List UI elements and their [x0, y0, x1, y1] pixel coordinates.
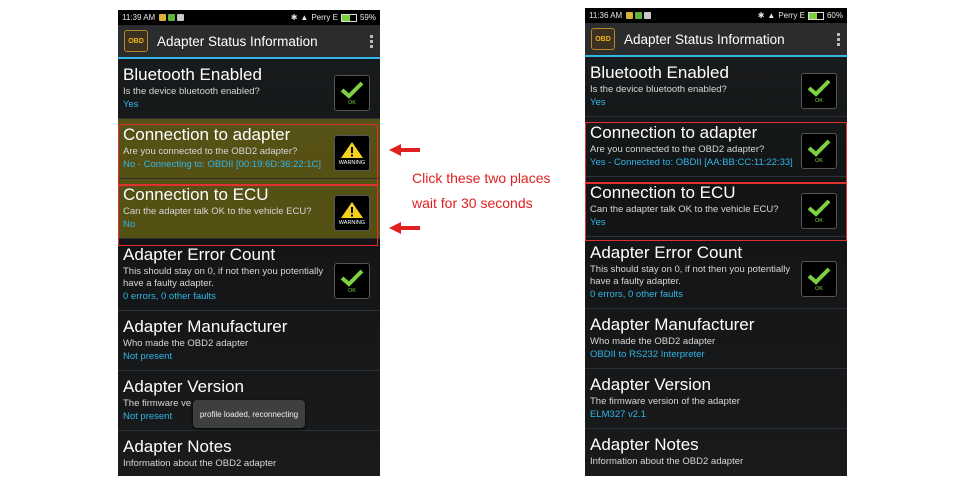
row-title: Adapter Notes	[590, 435, 699, 454]
app-logo-icon[interactable]: OBD	[591, 28, 615, 50]
carrier-label: Perry E	[311, 13, 338, 22]
row-adapter-notes[interactable]: Adapter Notes Information about the OBD2…	[585, 429, 847, 476]
status-bar: 11:36 AM ✱ ▲ Perry E 60%	[585, 8, 847, 23]
row-title: Adapter Notes	[123, 437, 232, 456]
icon-label: OK	[348, 99, 356, 106]
row-title: Adapter Version	[590, 375, 711, 394]
row-description: The firmware version of the adapter	[590, 396, 740, 407]
row-adapter-error-count[interactable]: Adapter Error Count This should stay on …	[118, 239, 380, 311]
row-description: This should stay on 0, if not then you p…	[123, 266, 324, 289]
app-logo-text: OBD	[595, 35, 611, 43]
toast-message: profile loaded, reconnecting	[193, 400, 305, 428]
status-bar: 11:39 AM ✱ ▲ Perry E 59%	[118, 10, 380, 25]
highlight-box-adapter	[118, 124, 378, 185]
instruction-line-1: Click these two places	[412, 170, 551, 186]
instruction-line-2: wait for 30 seconds	[412, 195, 533, 211]
row-title: Adapter Version	[123, 377, 244, 396]
row-description: Who made the OBD2 adapter	[590, 336, 716, 347]
ok-check-icon: OK	[801, 261, 837, 297]
highlight-box-ecu	[585, 183, 847, 241]
row-status: OBDII to RS232 Interpreter	[590, 349, 705, 360]
notification-icon	[159, 14, 167, 21]
row-status: Not present	[123, 351, 173, 362]
row-description: Is the device bluetooth enabled?	[123, 86, 260, 97]
signal-icon: ▲	[767, 11, 776, 20]
bluetooth-icon: ✱	[290, 13, 298, 22]
ok-check-icon: OK	[334, 75, 370, 111]
highlight-box-ecu	[118, 185, 378, 246]
overflow-menu-icon[interactable]	[370, 34, 374, 48]
row-description: Is the device bluetooth enabled?	[590, 84, 727, 95]
notification-icon	[626, 12, 634, 19]
row-description: Who made the OBD2 adapter	[123, 338, 249, 349]
icon-label: OK	[815, 285, 823, 292]
arrow-left-icon	[389, 144, 420, 156]
row-bluetooth-enabled[interactable]: Bluetooth Enabled Is the device bluetoot…	[585, 57, 847, 117]
bluetooth-icon: ✱	[757, 11, 765, 20]
row-title: Adapter Manufacturer	[123, 317, 288, 336]
ok-check-icon: OK	[801, 73, 837, 109]
action-bar: OBD Adapter Status Information	[118, 25, 380, 59]
status-right: ✱ ▲ Perry E 60%	[758, 11, 843, 20]
left-phone-screen: 11:39 AM ✱ ▲ Perry E 59% OBD Adapter Sta…	[118, 10, 380, 476]
row-adapter-error-count[interactable]: Adapter Error Count This should stay on …	[585, 237, 847, 309]
notification-icon	[635, 12, 643, 19]
status-time: 11:36 AM	[589, 11, 623, 20]
row-status: ELM327 v2.1	[590, 409, 646, 420]
row-description: Information about the OBD2 adapter	[123, 458, 277, 469]
carrier-label: Perry E	[778, 11, 805, 20]
row-bluetooth-enabled[interactable]: Bluetooth Enabled Is the device bluetoot…	[118, 59, 380, 119]
app-logo-text: OBD	[128, 37, 144, 45]
notification-icon	[168, 14, 176, 21]
overflow-menu-icon[interactable]	[837, 32, 841, 46]
notification-icon	[177, 14, 185, 21]
row-adapter-notes[interactable]: Adapter Notes Information about the OBD2…	[118, 431, 380, 476]
row-adapter-manufacturer[interactable]: Adapter Manufacturer Who made the OBD2 a…	[585, 309, 847, 369]
app-title: Adapter Status Information	[624, 31, 785, 47]
row-description: Information about the OBD2 adapter	[590, 456, 744, 467]
arrow-left-icon	[389, 222, 420, 234]
status-right: ✱ ▲ Perry E 59%	[291, 13, 376, 22]
notification-icon	[644, 12, 652, 19]
battery-percent: 60%	[826, 11, 843, 20]
app-logo-icon[interactable]: OBD	[124, 30, 148, 52]
signal-icon: ▲	[300, 13, 309, 22]
row-description: This should stay on 0, if not then you p…	[590, 264, 791, 287]
battery-icon	[807, 11, 824, 20]
battery-icon	[340, 13, 357, 22]
ok-check-icon: OK	[334, 263, 370, 299]
row-adapter-manufacturer[interactable]: Adapter Manufacturer Who made the OBD2 a…	[118, 311, 380, 371]
row-title: Adapter Error Count	[590, 243, 743, 262]
icon-label: OK	[348, 287, 356, 294]
row-title: Adapter Error Count	[123, 245, 276, 264]
row-title: Adapter Manufacturer	[590, 315, 755, 334]
icon-label: OK	[815, 97, 823, 104]
highlight-box-adapter	[585, 122, 847, 183]
row-adapter-version[interactable]: Adapter Version The firmware version of …	[585, 369, 847, 429]
status-time: 11:39 AM	[122, 13, 156, 22]
app-title: Adapter Status Information	[157, 33, 318, 49]
battery-percent: 59%	[359, 13, 376, 22]
action-bar: OBD Adapter Status Information	[585, 23, 847, 57]
right-phone-screen: 11:36 AM ✱ ▲ Perry E 60% OBD Adapter Sta…	[585, 8, 847, 476]
